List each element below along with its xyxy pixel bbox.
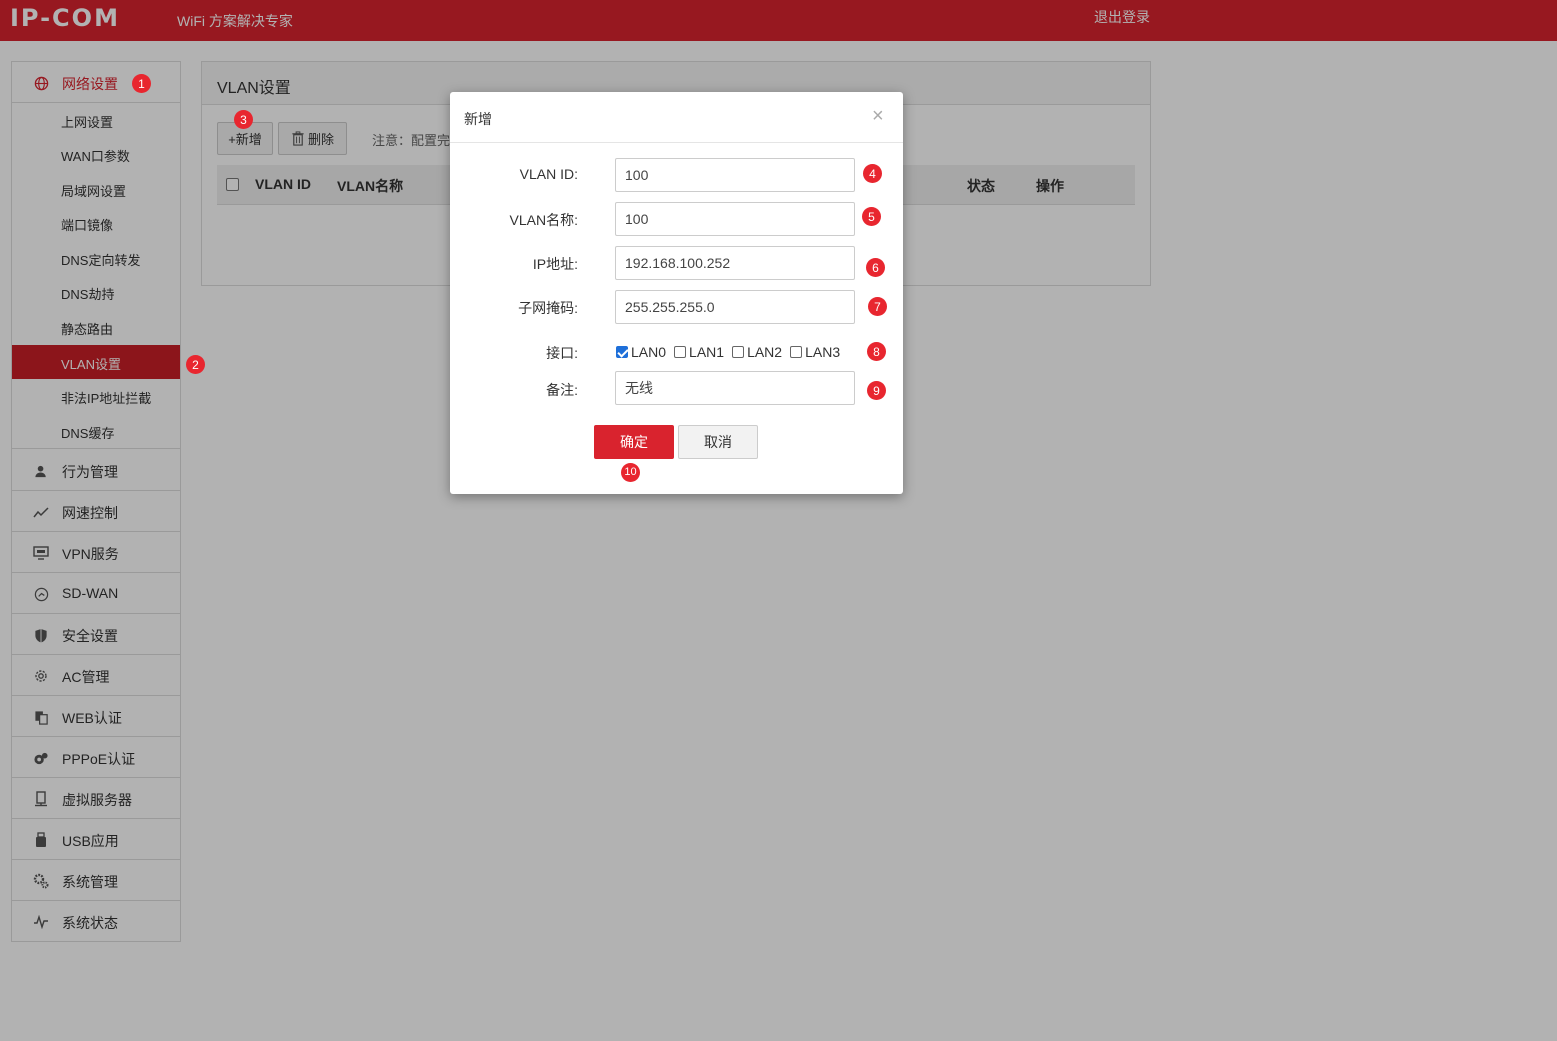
ip-address-input[interactable] xyxy=(615,246,855,280)
ip-address-label: IP地址: xyxy=(532,256,578,272)
port-lan2[interactable]: LAN2 xyxy=(732,344,782,360)
step-marker: 7 xyxy=(868,297,887,316)
remark-input[interactable] xyxy=(615,371,855,405)
vlan-name-label: VLAN名称: xyxy=(509,212,578,228)
port-label: LAN3 xyxy=(805,344,841,360)
step-marker: 6 xyxy=(866,258,885,277)
confirm-button-label: 确定 xyxy=(620,434,648,450)
add-vlan-dialog: 新增 × VLAN ID: VLAN名称: IP地址: 子网掩码: 接口: LA… xyxy=(450,92,903,494)
port-label: LAN0 xyxy=(631,344,667,360)
lan1-checkbox[interactable] xyxy=(674,346,687,358)
lan0-checkbox[interactable] xyxy=(616,346,628,358)
vlan-id-input[interactable] xyxy=(615,158,855,192)
dialog-title: 新增 xyxy=(464,111,492,127)
lan3-checkbox[interactable] xyxy=(790,346,803,358)
cancel-button[interactable]: 取消 xyxy=(678,425,758,459)
port-label: LAN2 xyxy=(747,344,783,360)
step-marker: 9 xyxy=(867,381,886,400)
step-marker: 5 xyxy=(862,207,881,226)
port-lan0[interactable]: LAN0 xyxy=(616,344,666,360)
step-marker: 10 xyxy=(621,463,640,482)
subnet-mask-label: 子网掩码: xyxy=(518,300,578,316)
port-label: LAN1 xyxy=(689,344,725,360)
lan2-checkbox[interactable] xyxy=(732,346,745,358)
port-checkbox-group: LAN0 LAN1 LAN2 LAN3 xyxy=(616,343,848,361)
port-lan1[interactable]: LAN1 xyxy=(674,344,724,360)
close-icon[interactable]: × xyxy=(872,106,884,126)
step-marker: 2 xyxy=(186,355,205,374)
step-marker: 4 xyxy=(863,164,882,183)
vlan-name-input[interactable] xyxy=(615,202,855,236)
ports-label: 接口: xyxy=(546,345,578,361)
subnet-mask-input[interactable] xyxy=(615,290,855,324)
port-lan3[interactable]: LAN3 xyxy=(790,344,840,360)
step-marker: 1 xyxy=(132,74,151,93)
vlan-id-label: VLAN ID: xyxy=(519,166,578,182)
step-marker: 8 xyxy=(867,342,886,361)
step-marker: 3 xyxy=(234,110,253,129)
confirm-button[interactable]: 确定 xyxy=(594,425,674,459)
remark-label: 备注: xyxy=(546,382,578,398)
cancel-button-label: 取消 xyxy=(704,434,732,450)
dialog-header: 新增 × xyxy=(450,92,903,143)
